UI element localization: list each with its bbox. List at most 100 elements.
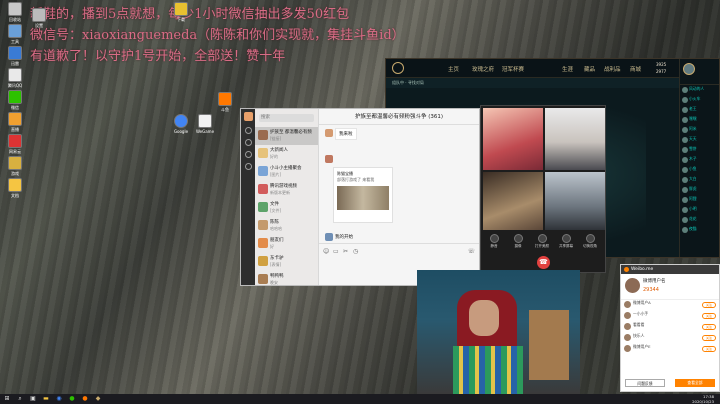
lol-icon[interactable]: ◆ — [94, 395, 102, 403]
desktop-icon-qq[interactable]: 腾讯QQ — [4, 68, 26, 88]
phone-icon[interactable]: ☏ — [467, 248, 475, 255]
call-participant-tile[interactable] — [545, 172, 605, 230]
list-item[interactable]: 一小小手 关注 — [621, 311, 719, 322]
hang-up-button[interactable]: ☎ — [537, 256, 550, 269]
avatar — [325, 155, 333, 163]
folder-icon[interactable]: ▭ — [333, 248, 339, 255]
chat-bubble-icon[interactable] — [244, 127, 252, 134]
avatar[interactable] — [683, 63, 695, 75]
folder-icon[interactable]: ▬ — [42, 395, 50, 403]
chat-window[interactable]: 搜索 护族至 都温馨必有频 [链接] 大新闻人 好的 小斗小主播聚会 [图片] 腾讯游… — [240, 108, 480, 286]
desktop-icon-douyu[interactable]: 斗鱼 — [214, 92, 236, 112]
list-item[interactable]: 微博用户A 关注 — [621, 300, 719, 311]
list-item[interactable]: 陈陈 哈哈哈 — [255, 217, 318, 235]
friend-row[interactable]: 小火车 — [682, 96, 717, 105]
shared-link-card[interactable]: 陈猫宝播 部落打游戏了 来看我 — [333, 167, 393, 223]
wooden-drawer — [529, 310, 569, 380]
friend-row[interactable]: 雪饼 — [682, 146, 717, 155]
avatar[interactable] — [625, 278, 640, 293]
lol-nav-tft[interactable]: 玫瑰之府 — [472, 65, 494, 73]
list-item[interactable]: 小斗小主播聚会 [图片] — [255, 163, 318, 181]
scissors-icon[interactable]: ✂ — [343, 248, 348, 255]
friend-row[interactable]: 大白 — [682, 176, 717, 185]
follow-button[interactable]: 关注 — [702, 324, 716, 330]
friend-row[interactable]: 嘿嘿 — [682, 116, 717, 125]
desktop-icon-tools[interactable]: 工具 — [4, 24, 26, 44]
windows-start-icon[interactable]: ⊞ — [3, 395, 11, 403]
lol-logo-icon — [392, 62, 404, 74]
chrome-icon[interactable]: ◉ — [55, 395, 63, 403]
weibo-panel[interactable]: Weibo.me 微博用户名 29344 微博用户A 关注 一小小手 关注 看看看关… — [620, 264, 720, 392]
mute-button[interactable]: 静音 — [487, 234, 501, 249]
call-participant-tile[interactable] — [483, 108, 543, 170]
camera-icon — [513, 234, 523, 243]
feedback-button[interactable]: 问题反馈 — [625, 379, 665, 387]
friend-row[interactable]: 花花 — [682, 216, 717, 225]
folder-icon[interactable] — [244, 163, 252, 170]
taskbar-clock[interactable]: 17:38 2020/10/23 — [692, 394, 714, 404]
friend-row[interactable]: 小明 — [682, 206, 717, 215]
desktop-icon-game[interactable]: 游戏 — [4, 156, 26, 176]
friend-row[interactable]: 胖虎 — [682, 186, 717, 195]
friend-row[interactable]: 小鱼 — [682, 166, 717, 175]
friend-row[interactable]: 风动的人 — [682, 86, 717, 95]
contacts-icon[interactable] — [244, 139, 252, 146]
list-item[interactable]: 东卡驴 [表情] — [255, 253, 318, 271]
follow-button[interactable]: 关注 — [702, 346, 716, 352]
desktop-icon-chrome[interactable]: Google Chrome — [170, 114, 192, 134]
follow-button[interactable]: 关注 — [702, 335, 716, 341]
friend-row[interactable]: 老王 — [682, 106, 717, 115]
friend-row[interactable]: 夜猫 — [682, 226, 717, 235]
wechat-icon[interactable]: ● — [68, 395, 76, 403]
list-item[interactable]: 文件 [文件] — [255, 199, 318, 217]
emoji-icon[interactable]: ☺ — [323, 248, 329, 255]
douyu-icon[interactable]: ● — [81, 395, 89, 403]
game-icon — [8, 156, 22, 170]
favorites-icon[interactable] — [244, 151, 252, 158]
friend-row[interactable]: 木子 — [682, 156, 717, 165]
lol-nav-home[interactable]: 主页 — [448, 65, 459, 73]
search-input[interactable]: 搜索 — [259, 114, 314, 122]
desktop-icon-docs[interactable]: 文档 — [4, 178, 26, 198]
chat-history-icon[interactable]: ◷ — [353, 248, 358, 255]
view-all-button[interactable]: 查看全部 — [675, 379, 715, 387]
call-participant-tile[interactable] — [483, 172, 543, 230]
gear-icon — [32, 8, 46, 22]
follow-button[interactable]: 关注 — [702, 313, 716, 319]
list-item[interactable]: 微博用户E 关注 — [621, 344, 719, 355]
list-item[interactable]: 快乐人 关注 — [621, 333, 719, 344]
list-item[interactable]: 朋友们好 — [255, 235, 318, 253]
list-item[interactable]: 腾讯游戏视频 新版本更新 — [255, 181, 318, 199]
lol-nav-profile[interactable]: 生涯 — [562, 65, 573, 73]
friend-row[interactable]: 阿米 — [682, 126, 717, 135]
list-item[interactable]: 大新闻人 好的 — [255, 145, 318, 163]
follow-button[interactable]: 关注 — [702, 302, 716, 308]
beauty-button[interactable]: 打开美颜 — [535, 234, 549, 249]
camera-button[interactable]: 摄像 — [511, 234, 525, 249]
desktop-icon-settings[interactable]: 设置 — [28, 8, 50, 28]
friend-row[interactable]: 阿狸 — [682, 196, 717, 205]
list-item[interactable]: 看看看 关注 — [621, 322, 719, 333]
desktop-icon-thunder[interactable]: 迅雷 — [4, 46, 26, 66]
desktop-icon-wegame[interactable]: WeGame — [194, 114, 216, 134]
list-item[interactable]: 鸭鸭鸭 晚安 — [255, 271, 318, 289]
share-screen-button[interactable]: 共享屏幕 — [559, 234, 573, 249]
lol-nav-clash[interactable]: 冠军杯赛 — [502, 65, 524, 73]
list-item[interactable]: 护族至 都温馨必有频 [链接] — [255, 127, 318, 145]
desktop-icon-live[interactable]: 直播 — [4, 112, 26, 132]
lol-nav-store[interactable]: 商城 — [630, 65, 641, 73]
search-icon[interactable]: ⌕ — [16, 395, 24, 403]
desktop-icon-download[interactable]: 下载 — [170, 2, 192, 22]
avatar[interactable] — [243, 112, 253, 121]
music-icon — [8, 134, 22, 148]
video-call-window[interactable]: 静音 摄像 打开美颜 共享屏幕 切换视角 ☎ — [480, 105, 606, 273]
call-participant-tile[interactable] — [545, 108, 605, 170]
friend-row[interactable]: 天天 — [682, 136, 717, 145]
desktop-icon-recycle[interactable]: 回收站 — [4, 2, 26, 22]
desktop-icon-music[interactable]: 网易云 — [4, 134, 26, 154]
lol-nav-loot[interactable]: 战利品 — [604, 65, 621, 73]
lol-nav-collection[interactable]: 藏品 — [584, 65, 595, 73]
switch-view-button[interactable]: 切换视角 — [583, 234, 597, 249]
desktop-icon-wechat[interactable]: 微信 — [4, 90, 26, 110]
task-view-icon[interactable]: ▣ — [29, 395, 37, 403]
